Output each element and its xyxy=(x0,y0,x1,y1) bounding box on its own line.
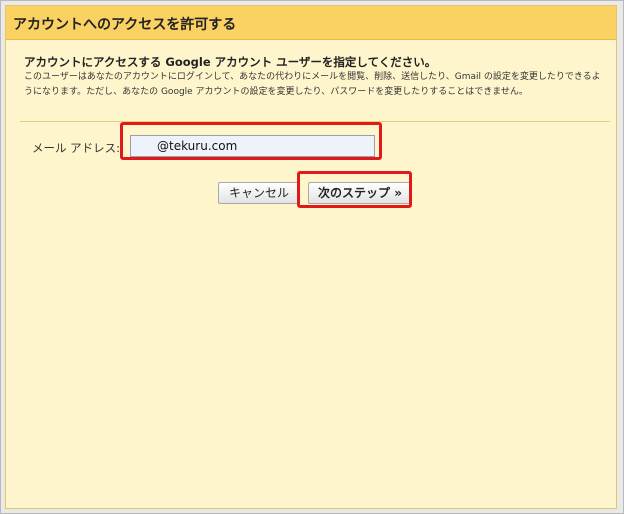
window-frame: アカウントへのアクセスを許可する アカウントにアクセスする Google アカウ… xyxy=(0,0,624,514)
section-divider xyxy=(20,121,610,122)
dialog-title: アカウントへのアクセスを許可する xyxy=(13,17,237,33)
email-label: メール アドレス: xyxy=(32,141,121,155)
instruction-description: このユーザーはあなたのアカウントにログインして、あなたの代わりにメールを閲覧、削… xyxy=(24,72,601,97)
instruction-heading: アカウントにアクセスする Google アカウント ユーザーを指定してください。 xyxy=(24,55,437,69)
dialog-titlebar: アカウントへのアクセスを許可する xyxy=(6,6,616,40)
grant-access-dialog: アカウントへのアクセスを許可する アカウントにアクセスする Google アカウ… xyxy=(5,5,617,509)
next-step-button[interactable]: 次のステップ » xyxy=(308,182,412,204)
cancel-button[interactable]: キャンセル xyxy=(218,182,300,204)
email-input[interactable] xyxy=(130,135,375,157)
